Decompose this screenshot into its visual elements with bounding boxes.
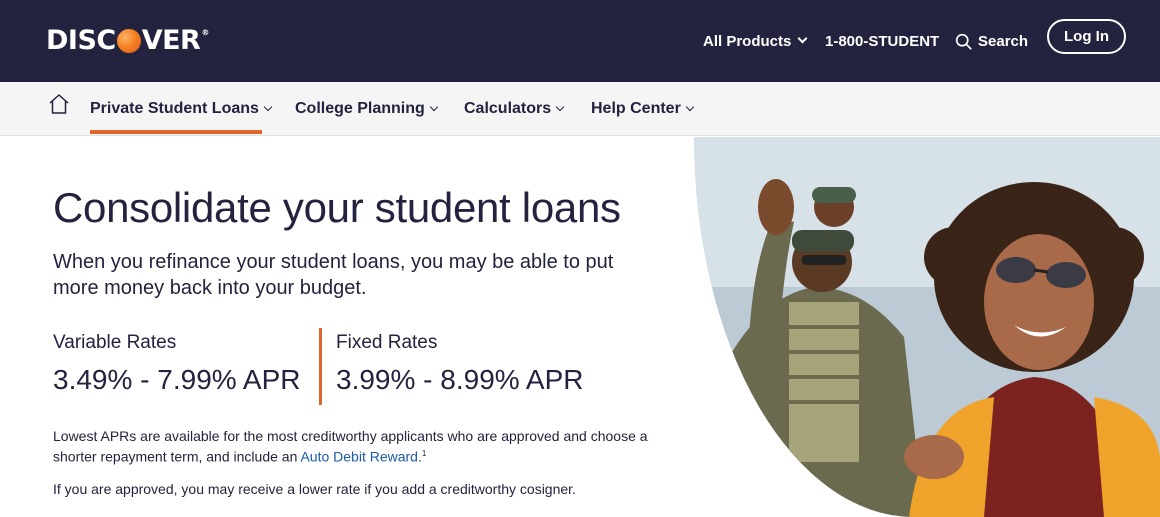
cosigner-note: If you are approved, you may receive a l… (53, 481, 576, 497)
nav-item-label: Private Student Loans (90, 100, 259, 117)
hero-subtitle: When you refinance your student loans, y… (53, 251, 614, 299)
fixed-rates-value: 3.99% - 8.99% APR (336, 364, 584, 395)
chevron-down-icon (429, 102, 439, 112)
hero-photo (694, 137, 1160, 517)
phone-label: 1-800-STUDENT (825, 32, 940, 50)
home-icon[interactable] (48, 93, 70, 115)
discover-logo[interactable]: DISC VER ® (46, 24, 209, 56)
search-icon (955, 33, 972, 50)
footnote-marker[interactable]: 1 (422, 449, 426, 458)
all-products-label: All Products (703, 32, 792, 50)
nav-item-label: Help Center (591, 100, 681, 117)
logo-text-end: VER (141, 24, 201, 56)
top-header: DISC VER ® All Products 1-800-STUDENT Sear… (0, 0, 1160, 82)
chevron-down-icon (797, 33, 808, 43)
variable-rates-value: 3.49% - 7.99% APR (53, 364, 301, 395)
nav-private-student-loans[interactable]: Private Student Loans (90, 82, 273, 136)
page-title: Consolidate your student loans (53, 184, 621, 231)
secondary-nav: Private Student Loans College Planning C… (0, 82, 1160, 136)
chevron-down-icon (685, 102, 695, 112)
logo-text-start: DISC (46, 24, 116, 56)
nav-help-center[interactable]: Help Center (591, 82, 695, 136)
search-button[interactable]: Search (955, 0, 1028, 82)
apr-disclaimer: Lowest APRs are available for the most c… (53, 427, 673, 466)
variable-rates-label: Variable Rates (53, 332, 177, 353)
nav-college-planning[interactable]: College Planning (295, 82, 439, 136)
active-tab-indicator (90, 130, 262, 134)
phone-link[interactable]: 1-800-STUDENT (825, 0, 939, 82)
fixed-rates-label: Fixed Rates (336, 332, 438, 353)
search-label: Search (978, 32, 1029, 50)
login-button[interactable]: Log In (1047, 19, 1126, 54)
nav-item-label: College Planning (295, 100, 425, 117)
chevron-down-icon (555, 102, 565, 112)
hero-photo-illustration (694, 137, 1160, 517)
nav-item-label: Calculators (464, 100, 552, 117)
logo-orange-dot (116, 29, 141, 53)
all-products-menu[interactable]: All Products (703, 0, 808, 82)
auto-debit-reward-link[interactable]: Auto Debit Reward. (300, 449, 421, 465)
chevron-down-icon (263, 102, 273, 112)
nav-calculators[interactable]: Calculators (464, 82, 565, 136)
rates-divider (319, 328, 322, 405)
logo-trademark: ® (201, 27, 209, 37)
